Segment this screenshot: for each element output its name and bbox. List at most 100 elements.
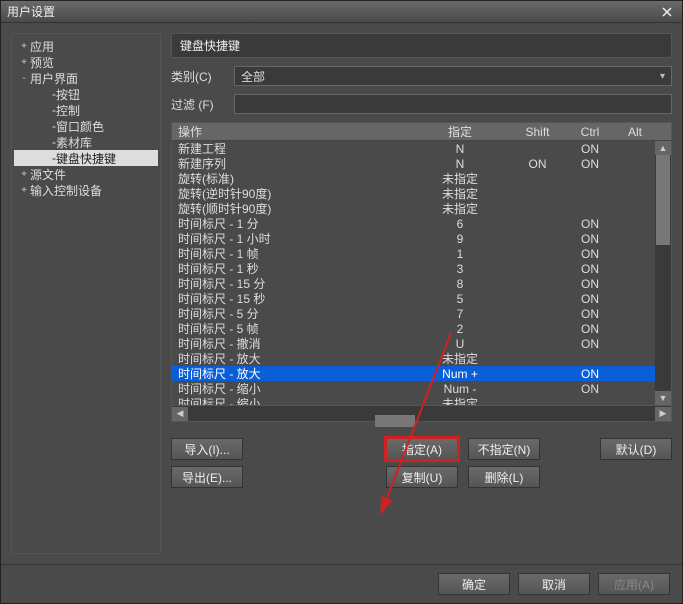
panel-title: 键盘快捷键 [171, 33, 672, 58]
table-row[interactable]: 新建工程NON [172, 141, 671, 156]
cell: ON [565, 142, 615, 156]
hscroll-thumb[interactable] [375, 415, 415, 427]
col-action[interactable]: 操作 [172, 123, 410, 140]
col-alt[interactable]: Alt [615, 125, 655, 139]
cell: 3 [410, 262, 510, 276]
table-row[interactable]: 新建序列NONON [172, 156, 671, 171]
cancel-button[interactable]: 取消 [518, 573, 590, 595]
table-row[interactable]: 时间标尺 - 放大Num +ON [172, 366, 671, 381]
horizontal-scrollbar[interactable]: ◀ ▶ [172, 405, 671, 421]
table-row[interactable]: 旋转(顺时针90度)未指定 [172, 201, 671, 216]
tree-item[interactable]: - 按钮 [14, 86, 158, 102]
table-row[interactable]: 时间标尺 - 5 分7ON [172, 306, 671, 321]
table-header: 操作 指定 Shift Ctrl Alt [172, 123, 671, 141]
titlebar[interactable]: 用户设置 [1, 1, 682, 23]
scroll-right-icon[interactable]: ▶ [655, 407, 671, 421]
assign-button[interactable]: 指定(A) [386, 438, 458, 460]
delete-button[interactable]: 删除(L) [468, 466, 540, 488]
tree-item[interactable]: +源文件 [14, 166, 158, 182]
close-icon[interactable] [658, 4, 676, 20]
scroll-down-icon[interactable]: ▼ [655, 391, 671, 405]
tree-item-label: 源文件 [30, 166, 66, 183]
filter-input[interactable] [234, 94, 672, 114]
table-row[interactable]: 时间标尺 - 撤消UON [172, 336, 671, 351]
table-row[interactable]: 时间标尺 - 缩小未指定 [172, 396, 671, 405]
nav-tree[interactable]: +应用+预览-用户界面- 按钮- 控制- 窗口颜色- 素材库- 键盘快捷键+源文… [11, 33, 161, 554]
collapse-icon[interactable]: - [18, 73, 30, 84]
vscroll-thumb[interactable] [656, 155, 670, 245]
cell: ON [565, 367, 615, 381]
table-row[interactable]: 时间标尺 - 1 小时9ON [172, 231, 671, 246]
cell: ON [565, 232, 615, 246]
scroll-up-icon[interactable]: ▲ [655, 141, 671, 155]
cell: 1 [410, 247, 510, 261]
filter-label: 过滤 (F) [171, 96, 226, 113]
table-row[interactable]: 时间标尺 - 缩小Num -ON [172, 381, 671, 396]
scroll-left-icon[interactable]: ◀ [172, 407, 188, 421]
ok-button[interactable]: 确定 [438, 573, 510, 595]
tree-item-label: 按钮 [56, 86, 80, 103]
table-row[interactable]: 时间标尺 - 1 秒3ON [172, 261, 671, 276]
default-button[interactable]: 默认(D) [600, 438, 672, 460]
cell: ON [565, 217, 615, 231]
vertical-scrollbar[interactable]: ▲ ▼ [655, 141, 671, 405]
tree-item[interactable]: +应用 [14, 38, 158, 54]
table-body[interactable]: 新建工程NON新建序列NONON旋转(标准)未指定旋转(逆时针90度)未指定旋转… [172, 141, 671, 405]
tree-item[interactable]: -用户界面 [14, 70, 158, 86]
cell: Num - [410, 382, 510, 396]
cell: 未指定 [410, 200, 510, 217]
cell: ON [565, 292, 615, 306]
copy-button[interactable]: 复制(U) [386, 466, 458, 488]
cell: 5 [410, 292, 510, 306]
cell: 7 [410, 307, 510, 321]
col-shift[interactable]: Shift [510, 125, 565, 139]
user-settings-window: 用户设置 +应用+预览-用户界面- 按钮- 控制- 窗口颜色- 素材库- 键盘快… [0, 0, 683, 604]
tree-item-label: 用户界面 [30, 70, 78, 87]
table-row[interactable]: 旋转(标准)未指定 [172, 171, 671, 186]
table-row[interactable]: 时间标尺 - 15 分8ON [172, 276, 671, 291]
expand-icon[interactable]: + [18, 41, 30, 52]
tree-item[interactable]: +预览 [14, 54, 158, 70]
tree-item-label: 控制 [56, 102, 80, 119]
import-button[interactable]: 导入(I)... [171, 438, 243, 460]
tree-item[interactable]: - 控制 [14, 102, 158, 118]
cell: 9 [410, 232, 510, 246]
apply-button[interactable]: 应用(A) [598, 573, 670, 595]
shortcut-table: 操作 指定 Shift Ctrl Alt 新建工程NON新建序列NONON旋转(… [171, 122, 672, 422]
expand-icon[interactable]: + [18, 169, 30, 180]
tree-item[interactable]: - 素材库 [14, 134, 158, 150]
table-row[interactable]: 时间标尺 - 放大未指定 [172, 351, 671, 366]
cell: ON [510, 157, 565, 171]
cell: ON [565, 247, 615, 261]
table-row[interactable]: 时间标尺 - 5 帧2ON [172, 321, 671, 336]
tree-item-label: 窗口颜色 [56, 118, 104, 135]
tree-item-label: 素材库 [56, 134, 92, 151]
dialog-footer: 确定 取消 应用(A) [1, 564, 682, 603]
tree-item[interactable]: +输入控制设备 [14, 182, 158, 198]
table-row[interactable]: 时间标尺 - 15 秒5ON [172, 291, 671, 306]
table-row[interactable]: 旋转(逆时针90度)未指定 [172, 186, 671, 201]
unassign-button[interactable]: 不指定(N) [468, 438, 540, 460]
cell: U [410, 337, 510, 351]
col-assign[interactable]: 指定 [410, 123, 510, 140]
tree-item[interactable]: - 键盘快捷键 [14, 150, 158, 166]
export-button[interactable]: 导出(E)... [171, 466, 243, 488]
cell: 8 [410, 277, 510, 291]
cell: ON [565, 277, 615, 291]
tree-item-label: 输入控制设备 [30, 182, 102, 199]
expand-icon[interactable]: + [18, 57, 30, 68]
col-ctrl[interactable]: Ctrl [565, 125, 615, 139]
tree-item[interactable]: - 窗口颜色 [14, 118, 158, 134]
tree-item-label: 应用 [30, 38, 54, 55]
table-row[interactable]: 时间标尺 - 1 分6ON [172, 216, 671, 231]
cell: 2 [410, 322, 510, 336]
cell: ON [565, 307, 615, 321]
cell: 6 [410, 217, 510, 231]
cell: ON [565, 322, 615, 336]
cell: N [410, 157, 510, 171]
cell: ON [565, 262, 615, 276]
category-combo[interactable]: 全部 [234, 66, 672, 86]
table-row[interactable]: 时间标尺 - 1 帧1ON [172, 246, 671, 261]
category-label: 类别(C) [171, 68, 226, 85]
expand-icon[interactable]: + [18, 185, 30, 196]
